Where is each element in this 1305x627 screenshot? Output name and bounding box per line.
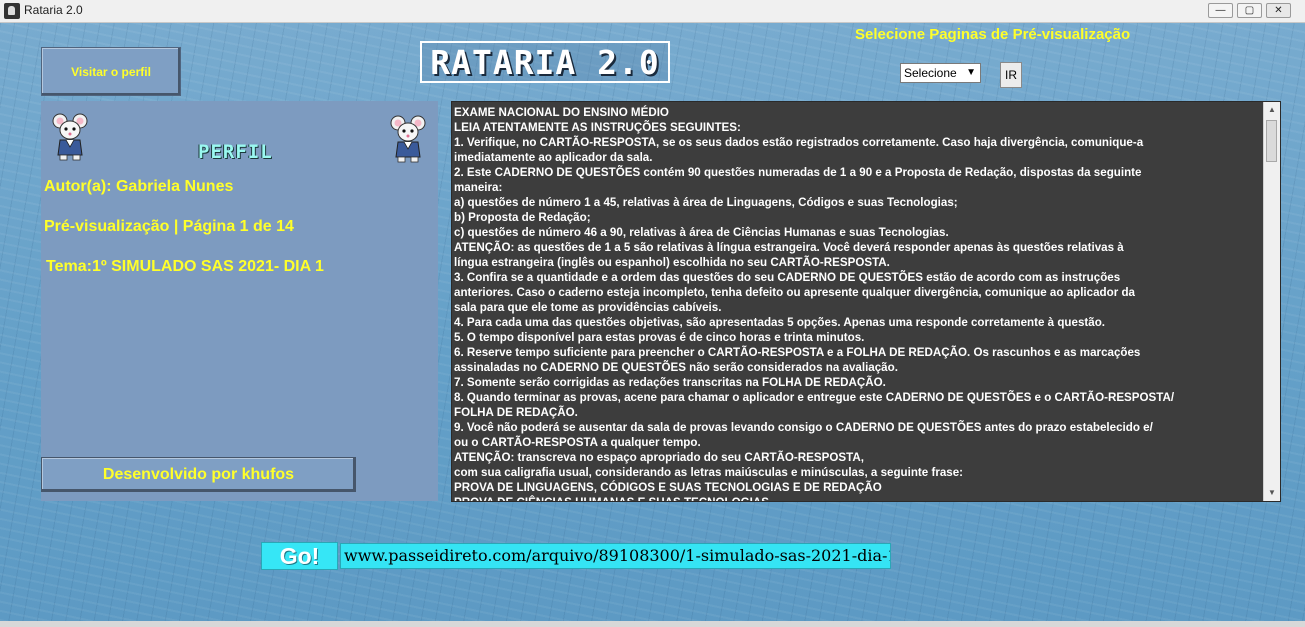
document-text: EXAME NACIONAL DO ENSINO MÉDIO LEIA ATEN… xyxy=(454,106,1175,501)
window-bottom-edge xyxy=(0,621,1305,627)
page-select[interactable]: Selecione ▼ xyxy=(900,63,981,83)
go-button[interactable]: Go! xyxy=(261,542,338,570)
profile-heading: PERFIL xyxy=(198,141,273,163)
url-input[interactable]: www.passeidireto.com/arquivo/89108300/1-… xyxy=(340,543,891,569)
mouse-mascot-icon xyxy=(390,115,426,163)
window-title: Rataria 2.0 xyxy=(24,3,83,17)
profile-panel: PERFIL Autor(a): Gabriela Nunes Pré-visu… xyxy=(41,101,438,501)
chevron-down-icon: ▼ xyxy=(966,67,976,78)
vertical-scrollbar[interactable]: ▲ ▼ xyxy=(1263,102,1280,501)
document-text-area[interactable]: EXAME NACIONAL DO ENSINO MÉDIO LEIA ATEN… xyxy=(451,101,1281,502)
app-logo: RATARIA 2.0 xyxy=(420,41,670,83)
app-icon xyxy=(4,3,20,19)
minimize-button[interactable]: — xyxy=(1208,3,1233,18)
preview-pages-heading: Selecione Paginas de Pré-visualização xyxy=(855,26,1131,43)
preview-page-label: Pré-visualização | Página 1 de 14 xyxy=(44,218,294,235)
mouse-mascot-icon xyxy=(52,113,88,161)
maximize-button[interactable]: ▢ xyxy=(1237,3,1262,18)
scroll-thumb[interactable] xyxy=(1266,120,1277,162)
scroll-up-icon[interactable]: ▲ xyxy=(1264,102,1280,118)
author-label: Autor(a): Gabriela Nunes xyxy=(44,178,234,195)
page-select-value: Selecione xyxy=(904,66,957,80)
visit-profile-button[interactable]: Visitar o perfil xyxy=(41,47,181,96)
close-button[interactable]: ✕ xyxy=(1266,3,1291,18)
title-bar: Rataria 2.0 — ▢ ✕ xyxy=(0,0,1305,23)
scroll-down-icon[interactable]: ▼ xyxy=(1264,485,1280,501)
theme-label: Tema:1º SIMULADO SAS 2021- DIA 1 xyxy=(46,258,324,275)
developer-button[interactable]: Desenvolvido por khufos xyxy=(41,457,356,492)
go-to-page-button[interactable]: IR xyxy=(1000,62,1022,88)
